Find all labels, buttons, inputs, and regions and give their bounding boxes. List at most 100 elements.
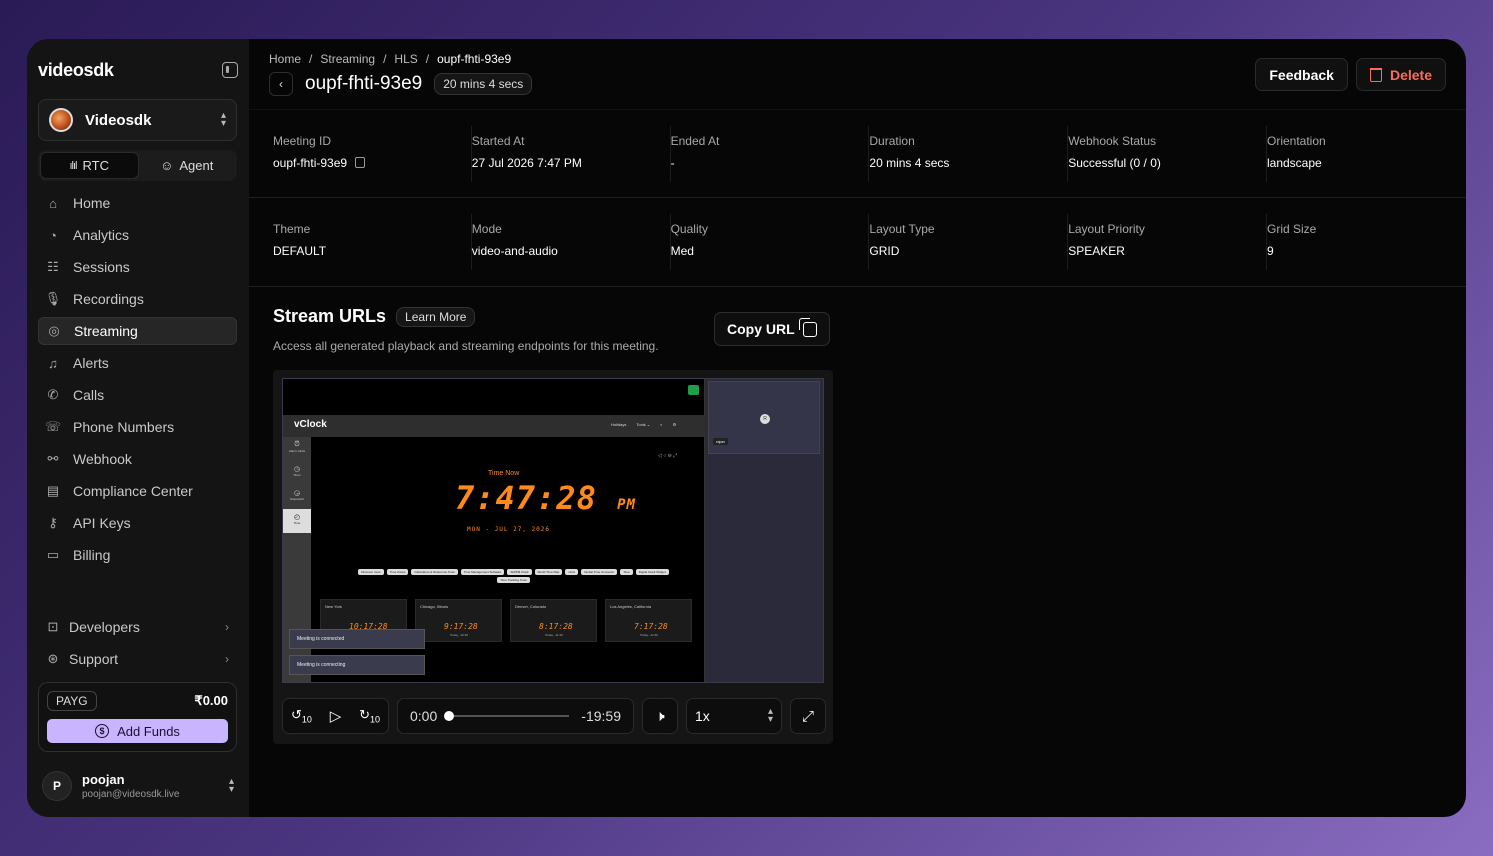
nav-alerts[interactable]: ♫ Alerts xyxy=(38,349,237,377)
info-value: landscape xyxy=(1266,155,1322,170)
back-button[interactable]: ‹ xyxy=(269,72,293,96)
section-description: Access all generated playback and stream… xyxy=(273,339,659,353)
feedback-label: Feedback xyxy=(1269,66,1334,83)
nav-phone-numbers[interactable]: ☏ Phone Numbers xyxy=(38,413,237,441)
nav-label: Alerts xyxy=(73,355,109,371)
breadcrumb-separator: / xyxy=(425,52,430,66)
nav-label: Phone Numbers xyxy=(73,419,175,435)
vclock-side-label: Stopwatch xyxy=(289,497,304,501)
info-meeting-id: Meeting ID oupf-fhti-93e9 xyxy=(273,125,472,182)
info-layout-type: Layout Type GRID xyxy=(869,214,1069,270)
video-player: vClock Holidays Tools ⌄ ◐ ⚙ ⏰︎ Alarm Cloc… xyxy=(273,370,833,744)
seek-bar[interactable] xyxy=(444,711,570,721)
nav-label: Sessions xyxy=(73,259,130,275)
info-label: Duration xyxy=(869,133,915,148)
lifebuoy-icon: ⊛ xyxy=(47,651,59,666)
sidebar-collapse-icon[interactable] xyxy=(222,62,238,78)
nav-recordings[interactable]: 🎙︎ Recordings xyxy=(38,285,237,313)
info-value: SPEAKER xyxy=(1068,244,1125,258)
big-clock: 7:47:28 PM xyxy=(455,479,636,517)
nav-billing[interactable]: ▭ Billing xyxy=(38,541,237,569)
forward-button[interactable]: ↻10 xyxy=(359,707,380,725)
delete-button[interactable]: Delete xyxy=(1355,58,1446,91)
rewind-button[interactable]: ↺10 xyxy=(291,707,312,725)
speed-select[interactable]: 1x ▴ ▾ xyxy=(686,698,782,734)
breadcrumb-streaming[interactable]: Streaming xyxy=(320,52,375,66)
chip: Calculators & Reference Tools xyxy=(411,569,458,575)
nav-sessions[interactable]: ☷ Sessions xyxy=(38,253,237,281)
vclock-header: vClock Holidays Tools ⌄ ◐ ⚙ xyxy=(283,415,705,437)
mic-icon: 🎙︎ xyxy=(44,291,62,306)
info-value: Successful (0 / 0) xyxy=(1068,155,1161,170)
fullscreen-button[interactable]: ⤢ xyxy=(790,698,826,734)
toast-connected: Meeting is connected xyxy=(289,629,425,649)
info-mode: Mode video-and-audio xyxy=(472,214,671,270)
chip: AM/PM Clock xyxy=(507,569,532,575)
nav-developers[interactable]: ⊡ Developers › xyxy=(38,613,237,641)
nav-api-keys[interactable]: ⚷ API Keys xyxy=(38,509,237,537)
learn-more-link[interactable]: Learn More xyxy=(396,306,476,327)
chevron-up-down-icon: ▴ ▾ xyxy=(767,706,773,725)
info-theme: Theme DEFAULT xyxy=(273,214,472,270)
clock-icon: ◴ xyxy=(293,514,301,521)
nav-streaming[interactable]: ◎ Streaming xyxy=(38,317,237,345)
video-frame[interactable]: vClock Holidays Tools ⌄ ◐ ⚙ ⏰︎ Alarm Cloc… xyxy=(282,378,824,683)
org-selector[interactable]: Videosdk ▴ ▾ xyxy=(38,99,237,141)
breadcrumb-home[interactable]: Home xyxy=(269,52,301,66)
clock-date: MON - JUL 27, 2026 xyxy=(467,526,551,533)
info-value: video-and-audio xyxy=(471,244,558,258)
user-menu[interactable]: P poojan poojan@videosdk.live ▴ ▾ xyxy=(42,769,234,803)
mode-rtc[interactable]: ılıl RTC xyxy=(40,152,139,179)
info-webhook-status: Webhook Status Successful (0 / 0) xyxy=(1068,125,1267,182)
avatar: P xyxy=(42,771,72,801)
section-title: Stream URLs xyxy=(273,306,387,326)
info-label: Orientation xyxy=(1266,133,1326,148)
rewind-seconds: 10 xyxy=(301,714,312,725)
nav-calls[interactable]: ✆ Calls xyxy=(38,381,237,409)
list-icon: ☷ xyxy=(47,259,59,274)
balance: ₹0.00 xyxy=(194,693,228,708)
city-name: New York xyxy=(325,604,342,609)
add-funds-button[interactable]: $ Add Funds xyxy=(47,719,228,743)
timer-icon: ◷ xyxy=(293,466,301,473)
page-title: oupf-fhti-93e9 xyxy=(305,73,423,94)
vclock-side-label: Time xyxy=(293,521,301,525)
user-name: poojan xyxy=(82,772,125,787)
nav-home[interactable]: ⌂ Home xyxy=(38,189,237,217)
trash-icon xyxy=(1369,67,1382,82)
toast-connecting: Meeting is connecting xyxy=(289,655,425,675)
document-icon: ▤ xyxy=(46,483,60,498)
seek-thumb[interactable] xyxy=(444,711,455,721)
mode-agent[interactable]: ☺ Agent xyxy=(139,152,236,179)
nav-analytics[interactable]: ◔ Analytics xyxy=(38,221,237,249)
nav-support[interactable]: ⊛ Support › xyxy=(38,645,237,673)
city-sub: Today, -10:30 xyxy=(450,633,468,637)
info-value: Med xyxy=(670,244,694,258)
breadcrumb-current: oupf-fhti-93e9 xyxy=(437,52,512,66)
waveform-icon: ılıl xyxy=(69,159,78,172)
app-window: videosdk Videosdk ▴ ▾ ılıl RTC ☺ Agent ⌂ H… xyxy=(27,39,1466,817)
playback-group: ↺10 ▷ ↻10 xyxy=(282,698,389,734)
copy-url-button[interactable]: Copy URL xyxy=(714,312,830,346)
feedback-button[interactable]: Feedback xyxy=(1255,58,1348,91)
copy-icon[interactable] xyxy=(355,157,366,168)
nav-webhook[interactable]: ⚯ Webhook xyxy=(38,445,237,473)
info-label: Quality xyxy=(670,222,708,236)
breadcrumb-hls[interactable]: HLS xyxy=(394,52,417,66)
city-time: 9:17:28 xyxy=(444,622,478,631)
vclock-side-item: ◶ Stopwatch xyxy=(283,485,311,509)
chip: Time Tracking Tools xyxy=(497,577,530,583)
alarm-icon: ⏰︎ xyxy=(294,441,300,448)
code-icon: ⊡ xyxy=(47,619,59,634)
nav-compliance-center[interactable]: ▤ Compliance Center xyxy=(38,477,237,505)
stream-urls-header: Stream URLs Learn More xyxy=(273,306,476,327)
mode-agent-label: Agent xyxy=(179,158,214,173)
play-button[interactable]: ▷ xyxy=(330,707,342,725)
card-icon: ▭ xyxy=(46,547,60,562)
volume-button[interactable]: 🕨︎ xyxy=(642,698,678,734)
mode-rtc-label: RTC xyxy=(82,158,109,173)
main-nav: ⌂ Home ◔ Analytics ☷ Sessions 🎙︎ Recordings … xyxy=(38,189,237,573)
info-value: GRID xyxy=(869,244,900,258)
org-avatar xyxy=(49,108,73,132)
chevron-left-icon: ‹ xyxy=(279,77,283,91)
